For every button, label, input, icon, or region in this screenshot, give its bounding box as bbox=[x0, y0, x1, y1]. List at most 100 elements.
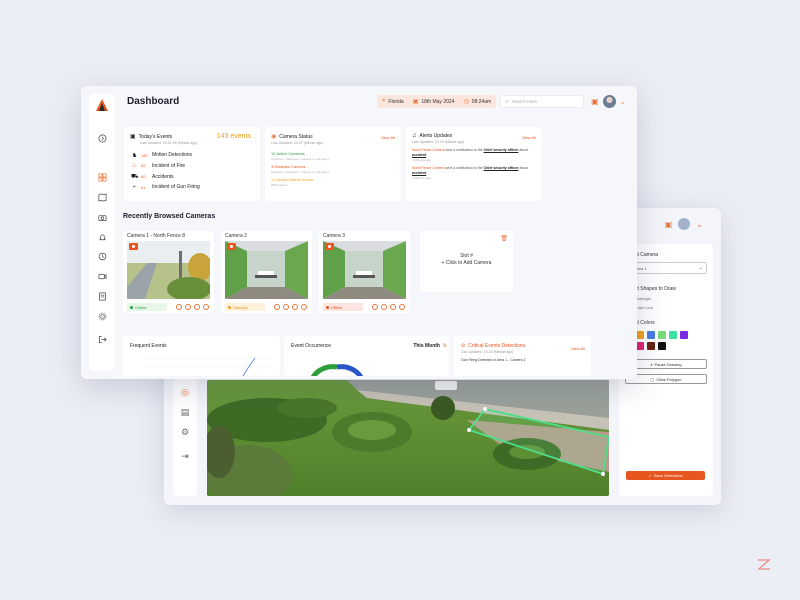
view-icon[interactable] bbox=[176, 304, 182, 310]
document-icon[interactable]: ▤ bbox=[179, 406, 191, 418]
clear-polygon-button[interactable]: ▢ Clear Polygon bbox=[625, 374, 707, 384]
chevron-down-icon[interactable]: ⌄ bbox=[696, 220, 703, 229]
camera-name: Camera 3 bbox=[323, 233, 345, 239]
color-swatch[interactable] bbox=[636, 342, 644, 350]
calendar-icon[interactable]: ▣ bbox=[665, 220, 673, 229]
camera-name: Camera 2 bbox=[225, 233, 247, 239]
power-icon[interactable] bbox=[301, 304, 307, 310]
alert-subject: accident bbox=[412, 153, 427, 157]
camera-card-3[interactable]: Camera 3 Offline bbox=[319, 231, 410, 313]
camera-feed-canvas[interactable] bbox=[207, 380, 609, 496]
alert-text: sent a notification to the bbox=[444, 166, 484, 170]
action-cameras[interactable]: 1 Camera Needs Action bbox=[265, 177, 401, 182]
card-title: Alerts Updates bbox=[419, 133, 453, 139]
critical-event-item[interactable]: Gun Firing Detected in Area 1 - Camera 2 bbox=[454, 354, 591, 362]
alert-recipient: Chief security officer bbox=[483, 148, 519, 152]
camera-select[interactable]: Camera 1 ⌄ bbox=[625, 262, 707, 274]
bell-icon[interactable] bbox=[96, 231, 108, 243]
avatar[interactable] bbox=[602, 95, 616, 108]
date-text: 18th May 2024 bbox=[421, 98, 455, 105]
person-icon: ♞ bbox=[131, 152, 138, 159]
status-badge: Online bbox=[127, 303, 167, 311]
event-row-motion[interactable]: ♞ 140 Motion Detections bbox=[124, 152, 260, 159]
report-icon[interactable] bbox=[96, 290, 108, 302]
color-swatch[interactable] bbox=[647, 342, 655, 350]
add-camera-button[interactable]: + Click to Add Camera bbox=[420, 260, 513, 267]
event-label: Motion Detections bbox=[152, 152, 193, 158]
power-icon[interactable] bbox=[203, 304, 209, 310]
color-swatch[interactable] bbox=[658, 331, 666, 339]
calendar-icon[interactable]: ▣ bbox=[591, 97, 599, 106]
settings-icon[interactable] bbox=[185, 304, 191, 310]
map-icon[interactable] bbox=[96, 191, 108, 203]
active-cameras-list: Camera 1, Camera 2, Camera 3, Camera 4 bbox=[271, 157, 329, 161]
donut-chart bbox=[310, 364, 364, 376]
view-icon[interactable] bbox=[274, 304, 280, 310]
alert-source: North Fence Camera bbox=[412, 166, 445, 170]
target-icon[interactable]: ◎ bbox=[179, 386, 191, 398]
logout-icon[interactable] bbox=[96, 333, 108, 345]
alert-source: North Fence Camera bbox=[412, 148, 445, 152]
shape-option-single-line[interactable]: Single Line bbox=[625, 305, 707, 310]
view-all-link[interactable]: View All bbox=[522, 135, 536, 140]
fullscreen-icon[interactable] bbox=[194, 304, 200, 310]
sort-icon[interactable]: ⇅ bbox=[443, 343, 447, 349]
location-pill[interactable]: ⌖ Florida ▣ 18th May 2024 ◷ 08:24am bbox=[377, 95, 497, 108]
power-icon[interactable] bbox=[399, 304, 405, 310]
settings-icon[interactable] bbox=[381, 304, 387, 310]
color-swatch[interactable] bbox=[647, 331, 655, 339]
gear-icon[interactable] bbox=[96, 310, 108, 322]
alert-recipient: Chief security officer bbox=[483, 166, 519, 170]
camera-thumbnail[interactable] bbox=[323, 241, 406, 299]
dashboard-icon[interactable] bbox=[96, 171, 108, 183]
pause-drawing-button[interactable]: ⏸ Pause Drawing bbox=[625, 359, 707, 369]
event-label: Accidents bbox=[152, 173, 174, 180]
color-swatch[interactable] bbox=[658, 342, 666, 350]
event-label: Incident of Fire bbox=[152, 162, 186, 169]
gear-icon[interactable]: ⚙ bbox=[179, 426, 191, 438]
shapes-label: Select Shapes to Draw bbox=[625, 286, 676, 292]
color-swatch[interactable] bbox=[636, 331, 644, 339]
color-swatch[interactable] bbox=[669, 331, 677, 339]
critical-events-card: ⊘ Critical Events Detections Last Update… bbox=[454, 336, 591, 376]
video-icon[interactable] bbox=[96, 270, 108, 282]
shape-option-rectangle[interactable]: Rectangle bbox=[625, 296, 707, 301]
add-camera-slot[interactable]: 🗑 Slot # + Click to Add Camera bbox=[420, 231, 513, 292]
event-num: 140 bbox=[141, 152, 148, 158]
alert-item[interactable]: North Fence Camera sent a notification t… bbox=[406, 148, 542, 158]
active-cameras[interactable]: 12 Active Cameras bbox=[265, 151, 401, 156]
camera-thumbnail[interactable] bbox=[225, 241, 308, 299]
avatar[interactable] bbox=[678, 218, 691, 230]
camera-card-1[interactable]: Camera 1 - North Fence 8 Online bbox=[123, 231, 214, 313]
card-title: Today's Events bbox=[138, 133, 173, 140]
event-row-gun[interactable]: ⌐ 01 Incident of Gun Firing bbox=[124, 184, 260, 190]
color-swatch[interactable] bbox=[680, 331, 688, 339]
view-all-link[interactable]: View All bbox=[381, 135, 395, 140]
camera-card-2[interactable]: Camera 2 Standby bbox=[221, 231, 312, 313]
disabled-cameras[interactable]: 3 Disabled Camera bbox=[265, 164, 401, 169]
status-text: Online bbox=[135, 304, 147, 310]
event-row-fire[interactable]: ♨ 02 Incident of Fire bbox=[124, 162, 260, 170]
history-icon[interactable] bbox=[96, 250, 108, 262]
logout-icon[interactable]: ⇥ bbox=[179, 450, 191, 462]
camera-icon[interactable] bbox=[96, 211, 108, 223]
search-icon: ○ bbox=[505, 98, 509, 105]
trash-icon[interactable]: 🗑 bbox=[500, 235, 508, 242]
fullscreen-icon[interactable] bbox=[292, 304, 298, 310]
event-row-accidents[interactable]: ⛟ 00 Accidents bbox=[124, 173, 260, 181]
period-select[interactable]: This Month bbox=[413, 343, 440, 349]
editor-sidebar: ◎ ▤ ⚙ ⇥ bbox=[173, 378, 197, 496]
view-all-link[interactable]: View All bbox=[571, 346, 585, 351]
search-placeholder: Search Here bbox=[511, 99, 538, 104]
settings-icon[interactable] bbox=[283, 304, 289, 310]
save-selections-button[interactable]: ✓ Save Selections bbox=[626, 471, 705, 480]
fullscreen-icon[interactable] bbox=[390, 304, 396, 310]
alert-item[interactable]: North Fence Camera sent a notification t… bbox=[406, 166, 542, 176]
view-icon[interactable] bbox=[372, 304, 378, 310]
search-input[interactable]: ○ Search Here bbox=[500, 95, 585, 108]
collapse-icon[interactable] bbox=[96, 132, 108, 144]
chevron-down-icon[interactable]: ⌄ bbox=[620, 98, 626, 106]
camera-thumbnail[interactable] bbox=[127, 241, 210, 299]
status-badge: Standby bbox=[225, 303, 265, 311]
dashboard-window: Dashboard ⌖ Florida ▣ 18th May 2024 ◷ 08… bbox=[81, 86, 637, 379]
